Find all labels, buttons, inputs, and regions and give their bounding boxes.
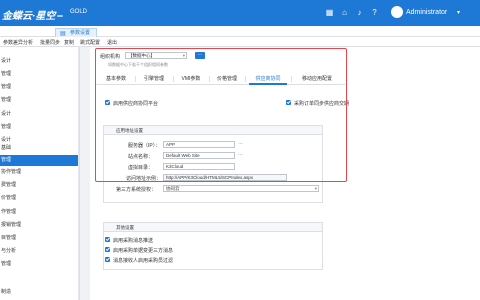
sidebar-item[interactable]: 价管理 (0, 193, 79, 204)
option-label: 启用采购消息推送 (113, 238, 154, 244)
section-header: 应用地址设置 (104, 126, 322, 135)
sidebar-scrollbar[interactable] (78, 47, 79, 300)
sidebar-item[interactable]: 管理 (0, 122, 79, 133)
option-label: 消息接收人启用采购员过滤 (113, 258, 174, 264)
document-tab-bar: ▤ 参数设置 (0, 26, 480, 37)
sidebar-item[interactable]: 与分析 (0, 246, 79, 257)
edition-badge (57, 15, 64, 18)
server-more-icon[interactable]: … (238, 140, 243, 146)
checkbox-sync-label: 采购订单同步供应商交期 (294, 101, 350, 107)
tab-parameter-settings[interactable]: ▤ 参数设置 (55, 28, 98, 37)
menu-item-copy[interactable]: 复制 (64, 39, 74, 46)
tab-divider (173, 76, 174, 82)
section-header: 其他设置 (104, 223, 322, 232)
org-more-button[interactable]: ... (195, 52, 205, 59)
sidebar-item[interactable]: 管理 (0, 95, 79, 106)
sidebar: 设计 管理 管理 管理 设计 管理 设计 基础 管理 协作管理 费管理 价管理 … (0, 47, 80, 300)
menu-item-flow-config[interactable]: 跳式配置 (80, 39, 100, 46)
user-avatar[interactable] (391, 6, 403, 18)
option-label: 启用采购单据变更三方消息 (113, 248, 174, 254)
checkbox-option[interactable] (105, 237, 110, 242)
sidebar-item[interactable]: 报销管理 (0, 220, 79, 231)
menu-item-diff-analysis[interactable]: 参数差异分析 (3, 39, 33, 46)
sidebar-item[interactable]: 协作管理 (0, 167, 79, 178)
tab-supplier-collab[interactable]: 供应商协同 (249, 73, 287, 85)
caret-down-icon[interactable]: ▾ (457, 9, 460, 16)
tab-basic-params[interactable]: 基本参数 (101, 73, 131, 85)
tab-price[interactable]: 价格管理 (213, 73, 241, 85)
checkbox-platform[interactable] (105, 100, 110, 105)
sidebar-item[interactable]: 费管理 (0, 180, 79, 191)
sidebar-item[interactable]: 基础 (0, 143, 79, 154)
url-field: http://APP/K3Cloud/HTML5/SCPIndex.aspx (163, 174, 287, 181)
vdir-label: 虚拟目录： (128, 165, 154, 171)
site-field[interactable]: Default Web Site (163, 152, 235, 159)
chevron-down-icon: ▾ (182, 53, 185, 58)
bell-icon[interactable]: ♪ (355, 8, 364, 17)
server-field[interactable]: APP (163, 141, 235, 148)
checkbox-option[interactable] (105, 257, 110, 262)
help-icon[interactable]: ? (370, 8, 379, 17)
site-label: 站点名称： (128, 154, 154, 160)
apps-grid-icon[interactable]: ▦ (325, 8, 334, 17)
url-label: 访问地址示例： (126, 176, 162, 182)
sidebar-item[interactable]: 制造 (0, 287, 79, 298)
menubar: 参数差异分析 批量同步 复制 跳式配置 退出 (0, 37, 480, 47)
tab-label: 参数设置 (70, 30, 91, 36)
sidebar-item[interactable]: 作管理 (0, 207, 79, 218)
third-party-select-value: 协同云 (166, 186, 180, 191)
org-select[interactable]: 【数据中心】 ▾ (125, 52, 187, 59)
section-title: 其他设置 (116, 225, 134, 230)
tab-divider (135, 76, 136, 82)
org-select-value: 【数据中心】 (128, 53, 155, 58)
org-label: 组织机构 (100, 54, 121, 60)
section-title: 应用地址设置 (116, 128, 143, 133)
brand-logo: 金蝶云·星空 (2, 7, 64, 22)
tab-engine[interactable]: 引擎管理 (139, 73, 169, 85)
edition-label: GOLD (70, 9, 88, 15)
sidebar-item[interactable]: 设计 (0, 56, 79, 67)
sidebar-item-active[interactable]: 管理 (0, 155, 79, 166)
sidebar-item[interactable]: 管理 (0, 82, 79, 93)
checkbox-platform-label: 启用供应商协同平台 (113, 101, 159, 107)
third-party-select[interactable]: 协同云 ▾ (163, 185, 319, 192)
tab-divider (209, 76, 210, 82)
sidebar-item[interactable]: 管理 (0, 259, 79, 270)
top-header: 金蝶云·星空 GOLD ▦ ⌂ ♪ ? Administrator ▾ (0, 0, 480, 26)
third-party-label: 第三方系统授权： (116, 187, 157, 193)
org-hint: 如数据中心下若干个组织相同参数 (108, 62, 168, 67)
chevron-down-icon: ▾ (314, 186, 317, 191)
sidebar-item[interactable]: 管理 (0, 69, 79, 80)
vdir-field[interactable]: K3Cloud (163, 163, 235, 170)
checkbox-sync[interactable] (286, 100, 291, 105)
site-more-icon[interactable]: … (238, 151, 243, 157)
tab-divider (291, 76, 292, 82)
tab-vmi[interactable]: VMI参数 (177, 73, 205, 85)
menu-item-batch-sync[interactable]: 批量同步 (40, 39, 60, 46)
tab-divider (245, 76, 246, 82)
home-icon[interactable]: ⌂ (340, 8, 349, 17)
sidebar-item[interactable]: 设计 (0, 109, 79, 120)
tab-mobile-config[interactable]: 移动应用配置 (295, 73, 339, 85)
user-name[interactable]: Administrator (406, 9, 447, 16)
sidebar-item[interactable]: 目管理 (0, 233, 79, 244)
menu-item-exit[interactable]: 退出 (107, 39, 117, 46)
settings-tabs: 基本参数 引擎管理 VMI参数 价格管理 供应商协同 移动应用配置 (95, 73, 345, 85)
checkbox-option[interactable] (105, 247, 110, 252)
server-label: 服务器（IP）： (128, 143, 161, 149)
